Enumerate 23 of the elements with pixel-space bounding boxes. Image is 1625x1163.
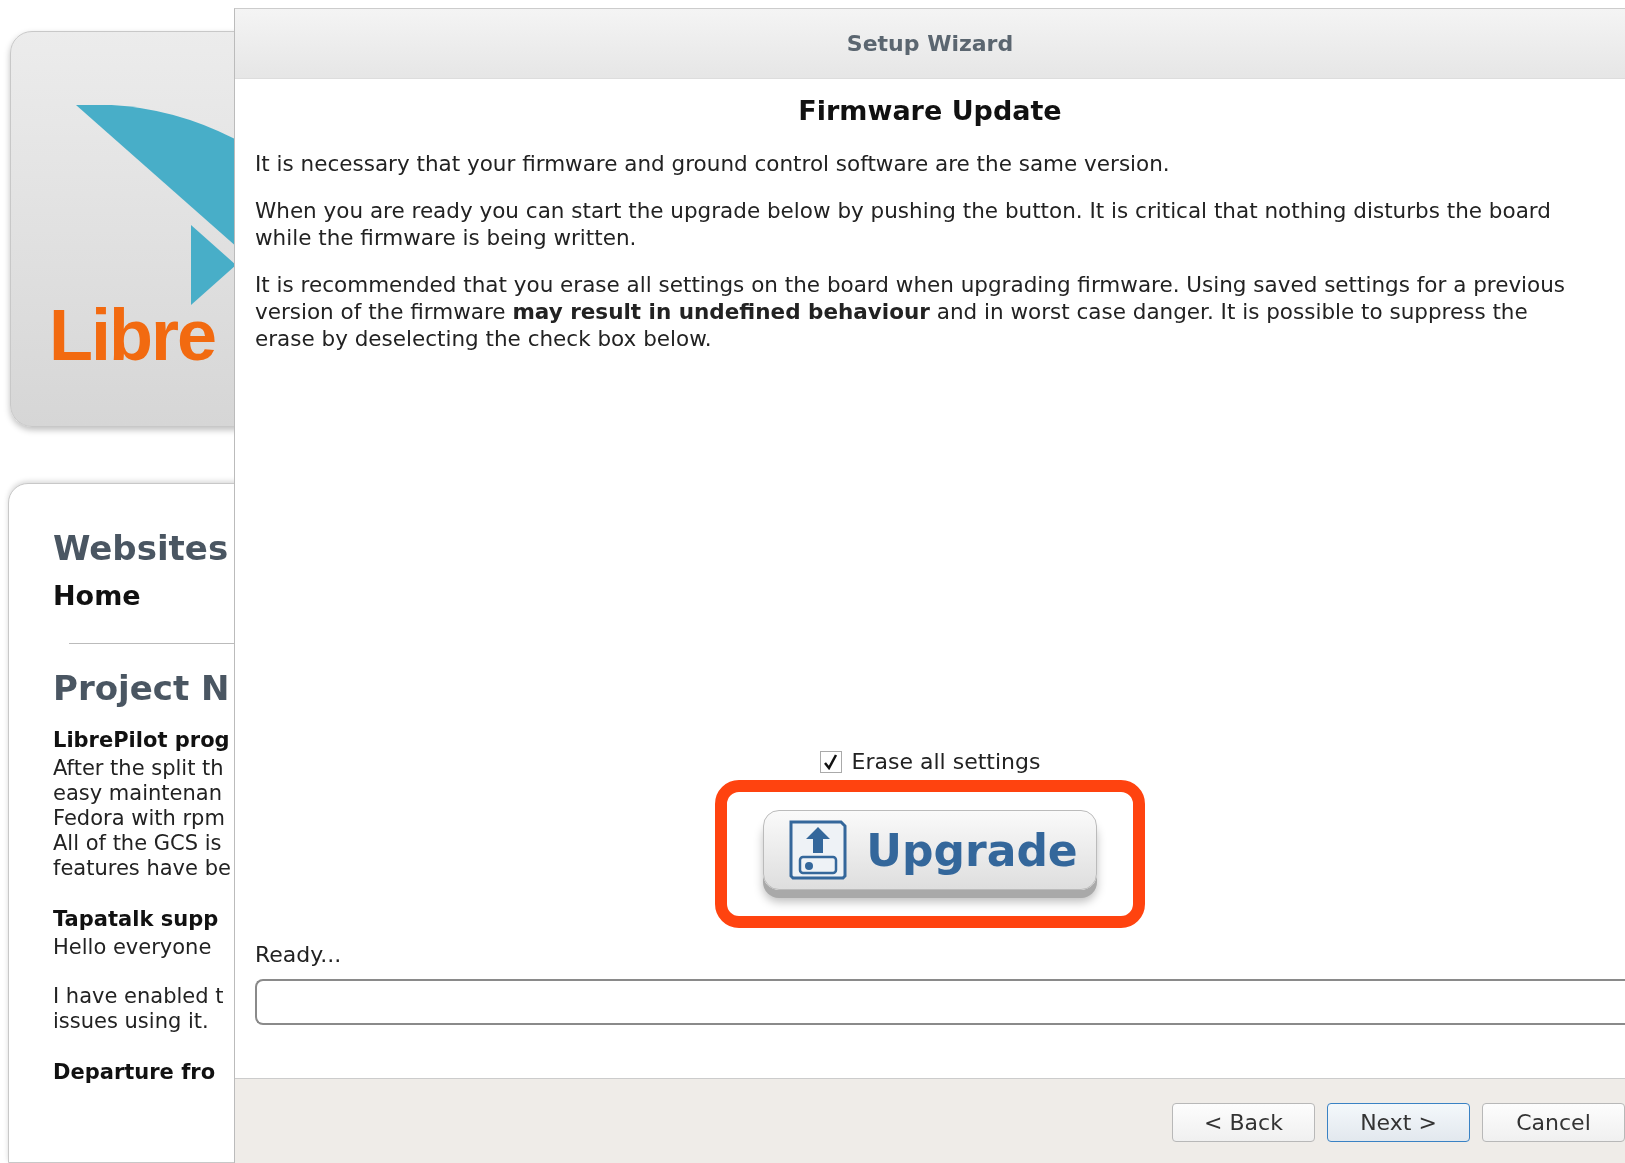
section-heading: Project N [53,668,231,708]
upload-icon [788,819,849,881]
post-text: After the split th easy maintenan Fedora with rpm All of the GCS is features have be [53,756,232,881]
paragraph: When you are ready you can start the upgrade below by pushing the button. It is critical that nothing disturbs the board while the firmware is being written. [255,197,1552,251]
paragraph: It is necessary that your firmware and ground control software are the same version. [255,150,1171,177]
dialog-button[interactable]: Cancel [1482,1103,1625,1142]
check-icon [823,753,838,770]
websites-heading: Websites [53,528,230,568]
window-title: Setup Wizard [846,31,1014,56]
post-text: I have enabled t issues using it. [53,984,225,1034]
nav-link[interactable]: Home [53,580,234,611]
post-title: Departure fro [53,1060,217,1084]
dialog-button[interactable]: Next > [1327,1103,1470,1142]
checkbox[interactable] [819,750,842,773]
page-title: Firmware Update [798,95,1062,126]
logo-text: Libre [49,299,217,371]
post-title: Tapatalk supp [53,907,220,931]
status-text: Ready... [255,942,343,967]
checkbox-label: Erase all settings [851,749,1041,774]
dialog-button[interactable]: < Back [1172,1103,1315,1142]
post-text: Hello everyone [53,935,213,960]
paragraph: It is recommended that you erase all settings on the board when upgrading firmware. Using saved settings for a previous version of the firmware may result in undefined behaviour and in worst case danger. It is possible to suppress the erase by deselecting the check box below. [255,271,1567,352]
post-title: LibrePilot prog [53,728,231,752]
